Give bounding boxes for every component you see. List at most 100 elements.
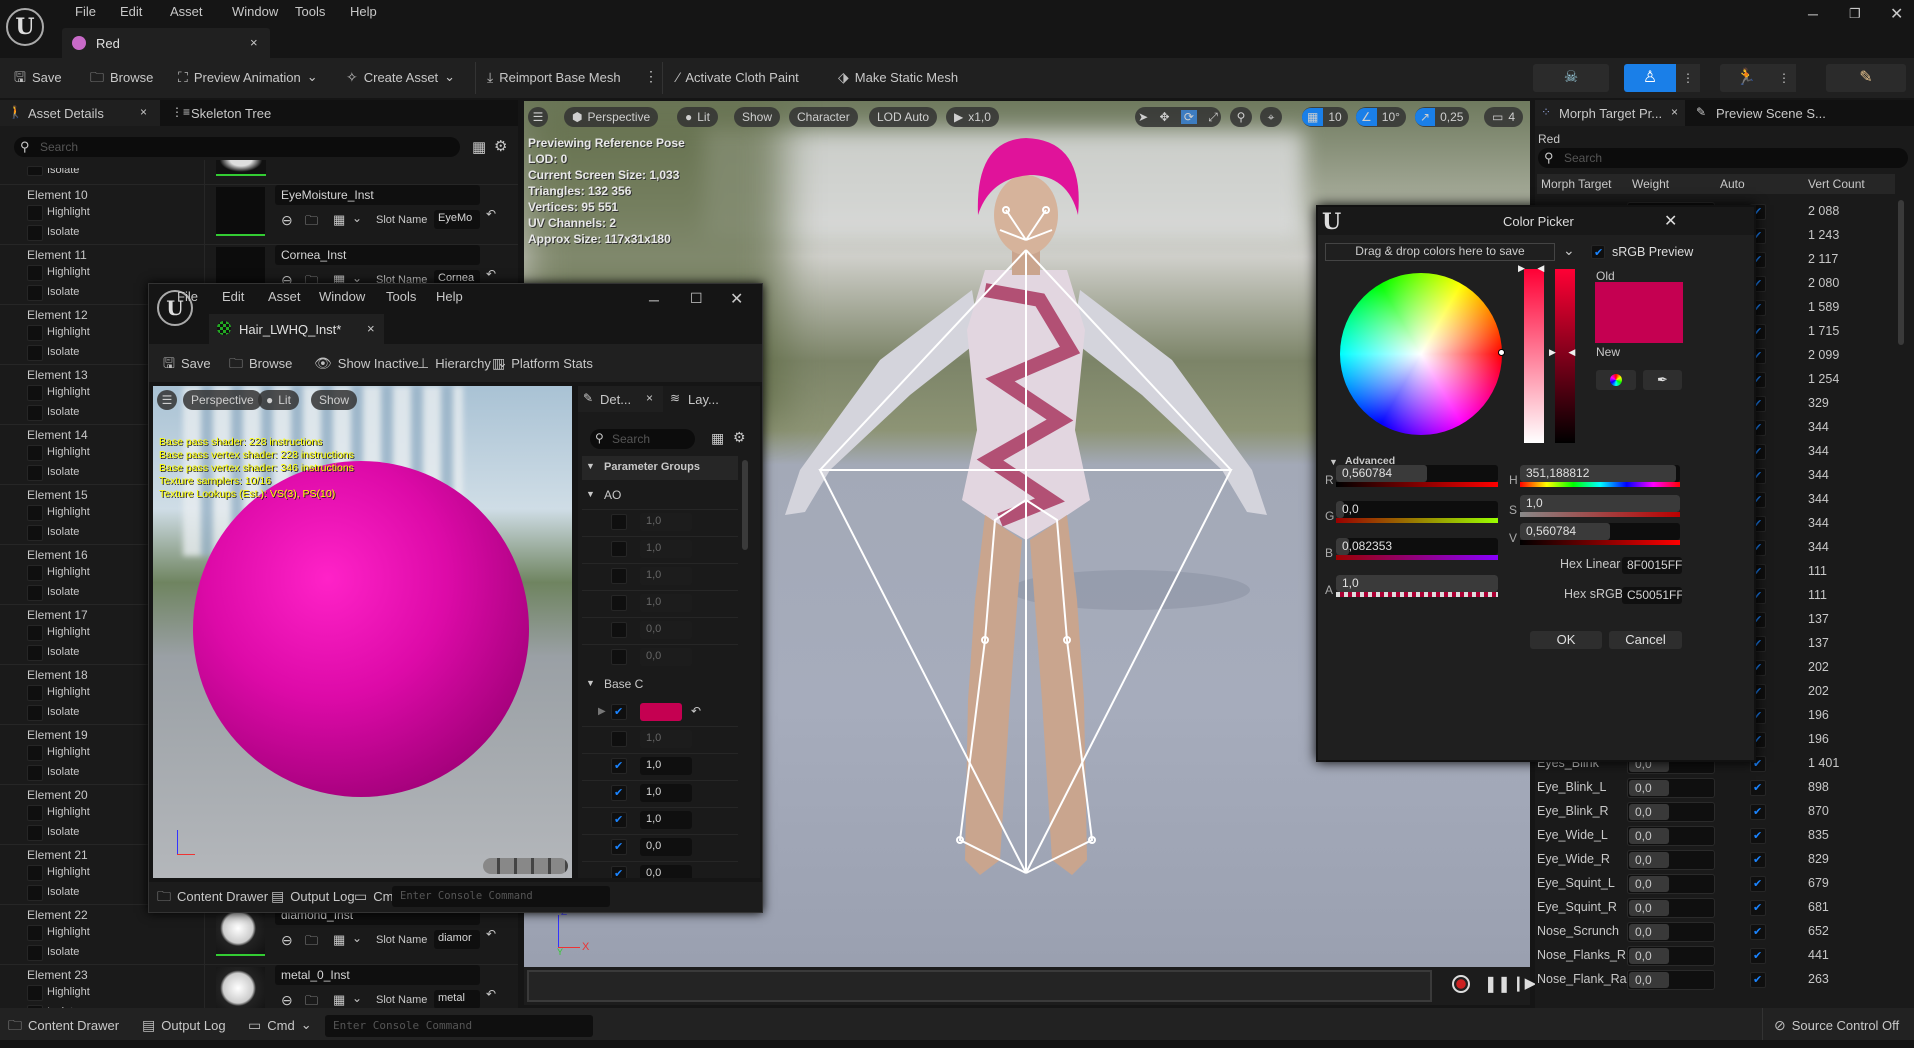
- use-selected-icon[interactable]: ⊖: [281, 992, 293, 1008]
- tab-layers[interactable]: ≋ Lay...: [666, 386, 746, 412]
- menu-tools[interactable]: Tools: [386, 289, 416, 304]
- lit-button[interactable]: ● Lit: [677, 107, 718, 127]
- character-button[interactable]: Character: [789, 107, 858, 127]
- isolate-checkbox[interactable]: [27, 825, 43, 841]
- morph-target-row[interactable]: Nose_Flanks_R 0,0 441: [1535, 944, 1895, 968]
- weight-field[interactable]: 0,0: [1627, 778, 1715, 798]
- physics-mode-button[interactable]: ✎: [1826, 64, 1906, 92]
- parameter-override-checkbox[interactable]: [611, 541, 627, 557]
- saturation-slider[interactable]: [1524, 269, 1544, 443]
- a-channel-input[interactable]: 1,0: [1336, 575, 1498, 592]
- mesh-mode-button[interactable]: ♙: [1624, 64, 1676, 92]
- morph-search-input[interactable]: ⚲ Search: [1538, 148, 1908, 168]
- tab-hair-material[interactable]: Hair_LWHQ_Inst* ×: [209, 314, 384, 344]
- local-space-button[interactable]: ⚲: [1230, 107, 1252, 127]
- close-window-button[interactable]: ✕: [1890, 4, 1903, 24]
- highlight-checkbox[interactable]: [27, 565, 43, 581]
- parameter-value-field[interactable]: 1,0: [640, 811, 692, 829]
- use-selected-icon[interactable]: ⊖: [281, 932, 293, 949]
- hex-srgb-input[interactable]: C50051FF: [1622, 587, 1682, 604]
- highlight-checkbox[interactable]: [27, 445, 43, 461]
- isolate-checkbox[interactable]: [27, 345, 43, 361]
- settings-gear-icon[interactable]: ⚙: [733, 429, 746, 446]
- weight-field[interactable]: 0,0: [1627, 874, 1715, 894]
- hex-linear-input[interactable]: 8F0015FF: [1622, 557, 1682, 574]
- reset-arrow-icon[interactable]: ↶: [486, 207, 496, 221]
- highlight-checkbox[interactable]: [27, 685, 43, 701]
- transform-tools[interactable]: ➤ ✥ ⟳ ⤢: [1135, 107, 1221, 127]
- highlight-checkbox[interactable]: [27, 805, 43, 821]
- browse-button[interactable]: 🗀 Browse: [90, 66, 153, 88]
- playback-speed-button[interactable]: ▶ x1,0: [946, 107, 999, 127]
- eyedropper-button[interactable]: ✒: [1643, 370, 1682, 390]
- morph-target-row[interactable]: Eye_Squint_R 0,0 681: [1535, 896, 1895, 920]
- details-search-input[interactable]: ⚲ Search: [590, 429, 695, 449]
- group-base-color[interactable]: ▼ Base C: [582, 673, 738, 697]
- record-button[interactable]: [1452, 975, 1470, 993]
- chevron-down-icon[interactable]: ⌄: [352, 211, 362, 225]
- auto-checkbox[interactable]: [1750, 852, 1766, 868]
- isolate-checkbox[interactable]: [27, 225, 43, 241]
- themes-chevron-icon[interactable]: ⌄: [1563, 242, 1575, 259]
- maximize-button[interactable]: ☐: [690, 290, 703, 307]
- material-preview-viewport[interactable]: ☰ Perspective ● Lit Show Base pass shader…: [153, 386, 572, 878]
- h-channel-input[interactable]: 351,188812: [1520, 465, 1680, 482]
- material-name-field[interactable]: EyeMoisture_Inst: [275, 185, 480, 205]
- highlight-checkbox[interactable]: [27, 205, 43, 221]
- chevron-down-icon[interactable]: ⌄: [352, 931, 362, 945]
- mesh-mode-options[interactable]: ⋮: [1676, 64, 1700, 92]
- parameter-value-field[interactable]: 1,0: [640, 513, 692, 531]
- browse-folder-icon[interactable]: 🗀: [305, 992, 318, 1008]
- material-thumbnail[interactable]: [216, 967, 265, 1008]
- grid-snap-button[interactable]: ▦ 10: [1302, 107, 1348, 127]
- texture-checker-icon[interactable]: ▦: [333, 212, 345, 228]
- auto-checkbox[interactable]: [1750, 876, 1766, 892]
- tab-close-icon[interactable]: ×: [367, 321, 375, 336]
- reset-arrow-icon[interactable]: ↶: [691, 704, 701, 718]
- parameter-value-field[interactable]: 0,0: [640, 838, 692, 856]
- auto-checkbox[interactable]: [1750, 780, 1766, 796]
- parameter-value-field[interactable]: 1,0: [640, 730, 692, 748]
- source-control-button[interactable]: ⊘ Source Control Off: [1774, 1014, 1899, 1036]
- v-channel-input[interactable]: 0,560784: [1520, 523, 1680, 540]
- menu-tools[interactable]: Tools: [295, 4, 325, 19]
- restore-button[interactable]: ❐: [1849, 6, 1861, 22]
- highlight-checkbox[interactable]: [27, 385, 43, 401]
- column-header-auto[interactable]: Auto: [1720, 177, 1745, 191]
- create-asset-button[interactable]: ✧ Create Asset ⌄: [346, 66, 455, 88]
- morph-target-row[interactable]: Nose_Scrunch 0,0 652: [1535, 920, 1895, 944]
- parameter-value-field[interactable]: 0,0: [640, 865, 692, 878]
- menu-file[interactable]: File: [75, 4, 96, 19]
- unreal-logo[interactable]: U: [6, 8, 44, 46]
- tab-close-icon[interactable]: ×: [646, 391, 653, 405]
- output-log-button[interactable]: ▤ Output Log: [271, 885, 355, 907]
- menu-asset[interactable]: Asset: [170, 4, 203, 19]
- texture-checker-icon[interactable]: ▦: [333, 932, 345, 948]
- scale-snap-button[interactable]: ↗ 0,25: [1415, 107, 1470, 127]
- color-wheel[interactable]: [1340, 273, 1502, 435]
- menu-edit[interactable]: Edit: [120, 4, 142, 19]
- isolate-checkbox[interactable]: [27, 705, 43, 721]
- activate-cloth-paint-button[interactable]: ⁄ Activate Cloth Paint: [677, 66, 799, 88]
- weight-field[interactable]: 0,0: [1627, 826, 1715, 846]
- console-command-input[interactable]: Enter Console Command: [325, 1015, 593, 1037]
- camera-speed-button[interactable]: ▭ 4: [1484, 107, 1524, 127]
- timeline-scrubber[interactable]: [527, 970, 1432, 1002]
- save-button[interactable]: 🖫 Save: [163, 352, 211, 374]
- morph-target-row[interactable]: Eye_Squint_L 0,0 679: [1535, 872, 1895, 896]
- chevron-down-icon[interactable]: ⌄: [352, 991, 362, 1005]
- parameter-override-checkbox[interactable]: [611, 839, 627, 855]
- lod-button[interactable]: LOD Auto: [869, 107, 938, 127]
- settings-gear-icon[interactable]: ⚙: [494, 137, 507, 155]
- close-icon[interactable]: ✕: [1664, 211, 1677, 231]
- srgb-preview-checkbox[interactable]: [1591, 245, 1605, 259]
- scale-icon[interactable]: ⤢: [1208, 110, 1218, 125]
- isolate-checkbox[interactable]: [27, 765, 43, 781]
- morph-target-row[interactable]: Eye_Wide_L 0,0 835: [1535, 824, 1895, 848]
- parameter-override-checkbox[interactable]: [611, 568, 627, 584]
- morph-target-row[interactable]: Eye_Blink_L 0,0 898: [1535, 776, 1895, 800]
- highlight-checkbox[interactable]: [27, 925, 43, 941]
- viewport-menu-button[interactable]: ☰: [157, 390, 177, 410]
- cancel-button[interactable]: Cancel: [1609, 631, 1682, 649]
- console-command-input[interactable]: Enter Console Command: [392, 886, 610, 907]
